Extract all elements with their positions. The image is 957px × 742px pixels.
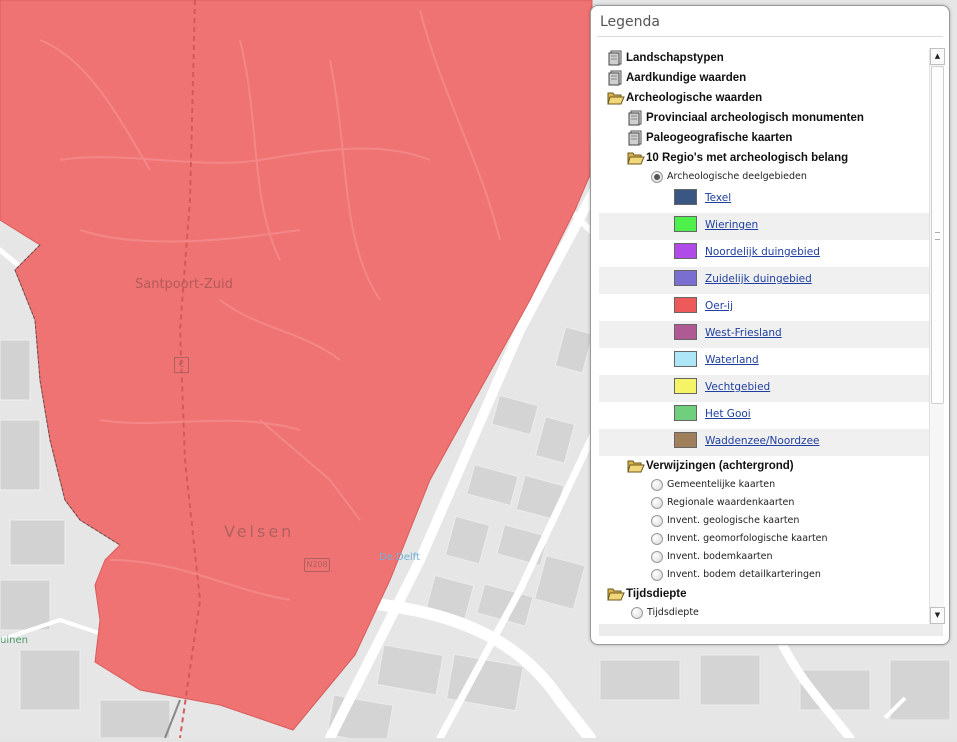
legend-row: Archeologische waarden [599, 88, 929, 108]
folder-closed-icon[interactable] [607, 70, 623, 90]
radio-button-invent-bodemkaarten[interactable] [651, 551, 663, 563]
radio-label-tijdsdiepte: Tijdsdiepte [647, 607, 699, 618]
radio-label-invent-bodem-detailkarteringen: Invent. bodem detailkarteringen [667, 569, 821, 580]
legend-divider [597, 36, 943, 37]
map-label-santpoort-zuid: Santpoort-Zuid [135, 277, 233, 292]
map-label-velsen: Velsen [224, 522, 295, 541]
legend-swatch-waterland [674, 351, 697, 367]
legend-folder-aardkundige-waarden[interactable]: Aardkundige waarden [626, 72, 746, 84]
legend-row: Gemeentelijke kaarten [599, 476, 929, 494]
legend-row: Provinciaal archeologisch monumenten [599, 108, 929, 128]
legend-row: Invent. bodem detailkarteringen [599, 566, 929, 584]
legend-swatch-west-friesland [674, 324, 697, 340]
legend-row: Texel [599, 186, 929, 213]
legend-row: 10 Regio's met archeologisch belang [599, 148, 929, 168]
scroll-thumb[interactable] [931, 66, 944, 404]
legend-link-zuidelijk-duingebied[interactable]: Zuidelijk duingebied [705, 273, 812, 285]
legend-scrollbar[interactable]: ▲ ▼ [929, 48, 945, 624]
legend-folder-provinciaal-archeologisch-monumenten[interactable]: Provinciaal archeologisch monumenten [646, 112, 864, 124]
radio-button-archeologische-deelgebieden[interactable] [651, 171, 663, 183]
legend-row: Paleogeografische kaarten [599, 128, 929, 148]
radio-button-invent-geomorfologische-kaarten[interactable] [651, 533, 663, 545]
legend-horizontal-scrollbar[interactable] [599, 624, 943, 636]
legend-link-vechtgebied[interactable]: Vechtgebied [705, 381, 770, 393]
folder-open-icon[interactable] [627, 150, 645, 170]
legend-row: Verwijzingen (achtergrond) [599, 456, 929, 476]
legend-swatch-het-gooi [674, 405, 697, 421]
road-number-badge: N208 [304, 558, 330, 572]
legend-row: Zuidelijk duingebied [599, 267, 929, 294]
train-station-icon: € [174, 357, 189, 373]
folder-closed-icon[interactable] [607, 50, 623, 70]
legend-link-waddenzee-noordzee[interactable]: Waddenzee/Noordzee [705, 435, 820, 447]
scroll-up-icon[interactable]: ▲ [930, 48, 945, 65]
legend-swatch-zuidelijk-duingebied [674, 270, 697, 286]
legend-row: Regionale waardenkaarten [599, 494, 929, 512]
legend-row: Vechtgebied [599, 375, 929, 402]
legend-swatch-vechtgebied [674, 378, 697, 394]
radio-label-invent-geologische-kaarten: Invent. geologische kaarten [667, 515, 800, 526]
folder-closed-icon[interactable] [627, 110, 643, 130]
legend-row: Invent. geologische kaarten [599, 512, 929, 530]
legend-folder-landschapstypen[interactable]: Landschapstypen [626, 52, 724, 64]
folder-open-icon[interactable] [627, 458, 645, 478]
map-label-duinen: uinen [0, 635, 28, 646]
legend-row: Waterland [599, 348, 929, 375]
legend-link-wieringen[interactable]: Wieringen [705, 219, 758, 231]
radio-label-regionale-waardenkaarten: Regionale waardenkaarten [667, 497, 795, 508]
legend-swatch-texel [674, 189, 697, 205]
legend-folder-10-regio-s-met-archeologisch-belang[interactable]: 10 Regio's met archeologisch belang [646, 152, 848, 164]
legend-row: Invent. bodemkaarten [599, 548, 929, 566]
legend-panel: Legenda Landschapstypen Aardkundige waard… [590, 5, 950, 645]
legend-folder-verwijzingen-achtergrond[interactable]: Verwijzingen (achtergrond) [646, 460, 794, 472]
radio-button-invent-geologische-kaarten[interactable] [651, 515, 663, 527]
radio-label-invent-geomorfologische-kaarten: Invent. geomorfologische kaarten [667, 533, 828, 544]
scroll-down-icon[interactable]: ▼ [930, 607, 945, 624]
radio-button-gemeentelijke-kaarten[interactable] [651, 479, 663, 491]
legend-folder-tijdsdiepte[interactable]: Tijdsdiepte [626, 588, 687, 600]
legend-row: Landschapstypen [599, 48, 929, 68]
folder-closed-icon[interactable] [627, 130, 643, 150]
radio-button-tijdsdiepte[interactable] [631, 607, 643, 619]
radio-button-regionale-waardenkaarten[interactable] [651, 497, 663, 509]
map-label-de-delft: De Delft [379, 552, 420, 563]
legend-link-texel[interactable]: Texel [705, 192, 731, 204]
legend-folder-paleogeografische-kaarten[interactable]: Paleogeografische kaarten [646, 132, 792, 144]
legend-tree: Landschapstypen Aardkundige waarden Archeo… [599, 44, 929, 634]
legend-row: West-Friesland [599, 321, 929, 348]
radio-label-gemeentelijke-kaarten: Gemeentelijke kaarten [667, 479, 776, 490]
folder-open-icon[interactable] [607, 90, 625, 110]
legend-row: Wieringen [599, 213, 929, 240]
legend-row: Tijdsdiepte [599, 604, 929, 622]
legend-swatch-waddenzee-noordzee [674, 432, 697, 448]
scroll-grip-icon [935, 232, 940, 240]
legend-link-het-gooi[interactable]: Het Gooi [705, 408, 751, 420]
legend-link-oer-ij[interactable]: Oer-ij [705, 300, 733, 312]
legend-row: Waddenzee/Noordzee [599, 429, 929, 456]
legend-row: Tijdsdiepte [599, 584, 929, 604]
radio-button-invent-bodem-detailkarteringen[interactable] [651, 569, 663, 581]
legend-row: Oer-ij [599, 294, 929, 321]
legend-swatch-oer-ij [674, 297, 697, 313]
legend-row: Aardkundige waarden [599, 68, 929, 88]
legend-link-waterland[interactable]: Waterland [705, 354, 759, 366]
legend-swatch-noordelijk-duingebied [674, 243, 697, 259]
legend-row: Archeologische deelgebieden [599, 168, 929, 186]
legend-row: Het Gooi [599, 402, 929, 429]
radio-label-archeologische-deelgebieden: Archeologische deelgebieden [667, 171, 807, 182]
folder-open-icon[interactable] [607, 586, 625, 606]
legend-title: Legenda [600, 14, 661, 30]
legend-swatch-wieringen [674, 216, 697, 232]
legend-folder-archeologische-waarden[interactable]: Archeologische waarden [626, 92, 762, 104]
radio-label-invent-bodemkaarten: Invent. bodemkaarten [667, 551, 773, 562]
legend-link-noordelijk-duingebied[interactable]: Noordelijk duingebied [705, 246, 820, 258]
legend-link-west-friesland[interactable]: West-Friesland [705, 327, 782, 339]
legend-row: Invent. geomorfologische kaarten [599, 530, 929, 548]
legend-row: Noordelijk duingebied [599, 240, 929, 267]
